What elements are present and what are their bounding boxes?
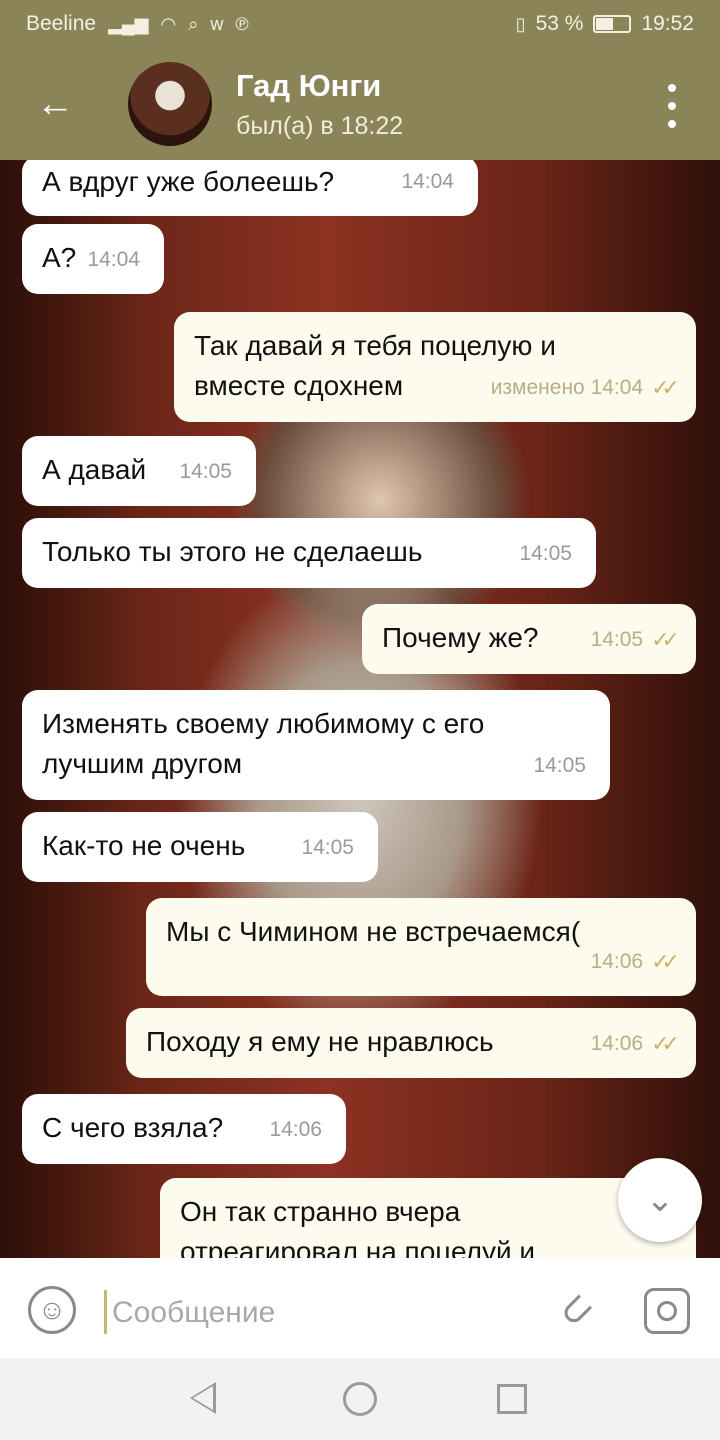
message-time: 14:06 (590, 950, 644, 973)
contact-name[interactable]: Гад Юнги (236, 68, 381, 104)
message-text: Только ты этого не сделаешь (42, 536, 423, 567)
message-composer: ☺ ⊂ (0, 1258, 720, 1358)
message-list[interactable]: А вдруг уже болеешь? 14:04 А? 14:04 Так … (0, 160, 720, 1258)
message-time: 14:05 (590, 628, 644, 651)
double-check-icon: ✓✓ (651, 627, 680, 652)
message-bubble[interactable]: А вдруг уже болеешь? 14:04 (22, 160, 478, 216)
message-text: Почему же? (382, 622, 539, 653)
message-bubble[interactable]: Мы с Чимином не встречаемся( 14:06 ✓✓ (146, 898, 696, 996)
back-arrow-icon[interactable]: ← (36, 84, 76, 124)
message-bubble[interactable]: С чего взяла? 14:06 (22, 1094, 346, 1164)
nav-home-icon[interactable] (343, 1382, 377, 1416)
wifi-icon: ◠ (160, 13, 177, 34)
message-bubble[interactable]: Так давай я тебя поцелую и вместе сдохне… (174, 312, 696, 422)
text-cursor (104, 1290, 107, 1334)
message-time: 14:05 (519, 542, 572, 565)
message-text: А давай (42, 454, 147, 485)
message-time: 14:05 (301, 836, 354, 859)
paperclip-icon[interactable]: ⊂ (542, 1276, 610, 1344)
message-time: 14:04 (87, 248, 140, 271)
vibrate-icon: ▯ (515, 13, 526, 34)
message-bubble[interactable]: Изменять своему любимому с его лучшим др… (22, 690, 610, 800)
double-check-icon: ✓✓ (651, 1031, 680, 1056)
message-bubble[interactable]: Почему же? 14:05 ✓✓ (362, 604, 696, 674)
message-bubble[interactable]: Как-то не очень 14:05 (22, 812, 378, 882)
android-nav-bar (0, 1358, 720, 1440)
emoji-icon[interactable]: ☺ (28, 1286, 76, 1334)
message-text: А? (42, 242, 77, 273)
message-bubble[interactable]: Он так странно вчера отреагировал на поц… (160, 1178, 696, 1258)
message-time: 14:05 (179, 460, 232, 483)
double-check-icon: ✓✓ (651, 949, 680, 974)
message-time: 14:06 (269, 1118, 322, 1141)
more-menu-icon[interactable] (660, 84, 684, 128)
message-bubble[interactable]: А давай 14:05 (22, 436, 256, 506)
battery-icon (593, 15, 632, 33)
pinterest-icon: ℗ (235, 13, 249, 34)
message-text: Мы с Чимином не встречаемся( (166, 916, 581, 947)
message-time: 14:04 (401, 170, 454, 193)
message-time: 14:06 (590, 1032, 644, 1055)
message-text: Как-то не очень (42, 830, 246, 861)
status-bar: Beeline ▂▄▆ ◠ ⌕ w ℗ ▯ 53 % 19:52 (0, 0, 720, 48)
message-time: 14:05 (533, 754, 586, 777)
signal-icon: ▂▄▆ (108, 13, 149, 34)
clock: 19:52 (641, 12, 694, 35)
scroll-down-button[interactable]: ⌄ (618, 1158, 702, 1242)
message-text: Изменять своему любимому с его лучшим др… (42, 708, 485, 779)
last-seen: был(а) в 18:22 (236, 112, 404, 140)
nav-recents-icon[interactable] (497, 1384, 527, 1414)
avatar[interactable] (128, 62, 212, 146)
message-text: С чего взяла? (42, 1112, 224, 1143)
w-app-icon: w (210, 13, 224, 34)
camera-icon[interactable] (644, 1288, 690, 1334)
message-time: изменено 14:04 (490, 376, 644, 399)
double-check-icon: ✓✓ (651, 375, 680, 400)
message-text: Походу я ему не нравлюсь (146, 1026, 494, 1057)
carrier-label: Beeline (26, 12, 97, 35)
chat-header: ← Гад Юнги был(а) в 18:22 (0, 48, 720, 160)
search-icon: ⌕ (188, 13, 199, 34)
message-bubble[interactable]: Походу я ему не нравлюсь 14:06 ✓✓ (126, 1008, 696, 1078)
chevron-down-icon: ⌄ (645, 1181, 675, 1219)
message-bubble[interactable]: А? 14:04 (22, 224, 164, 294)
message-bubble[interactable]: Только ты этого не сделаешь 14:05 (22, 518, 596, 588)
message-input[interactable] (110, 1288, 494, 1338)
battery-percent: 53 % (535, 12, 584, 35)
message-text: А вдруг уже болеешь? (42, 166, 335, 197)
message-text: Он так странно вчера отреагировал на поц… (180, 1196, 536, 1258)
